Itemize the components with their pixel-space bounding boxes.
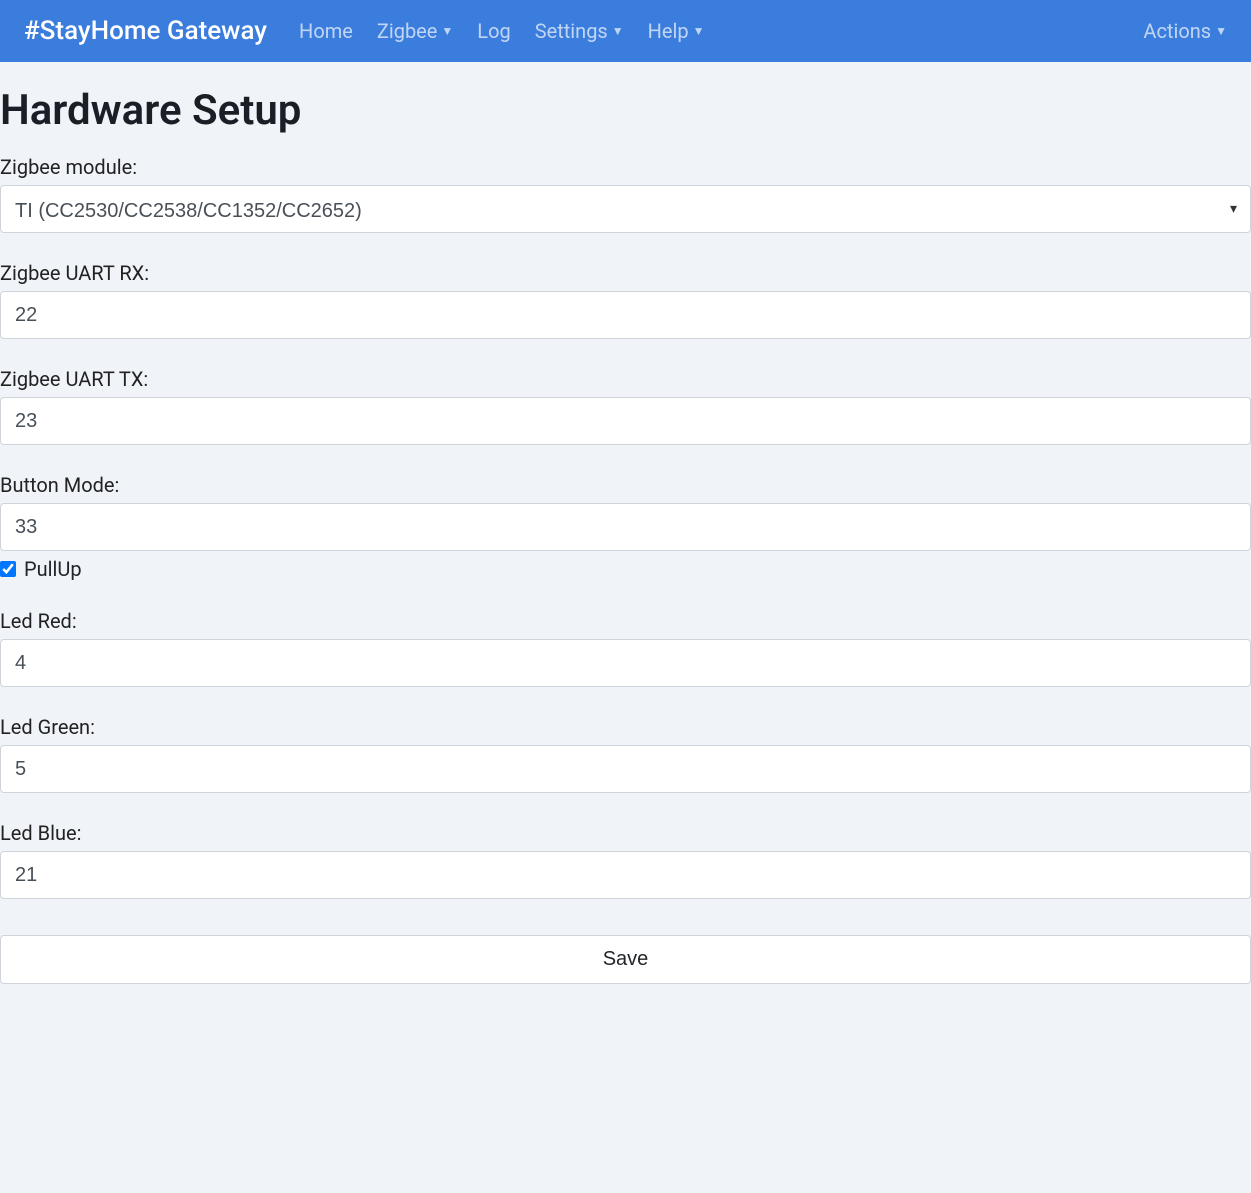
uart-tx-input[interactable] <box>0 397 1251 445</box>
led-green-label: Led Green: <box>0 715 1251 739</box>
nav-home-label: Home <box>299 19 353 43</box>
led-red-label: Led Red: <box>0 609 1251 633</box>
navbar-brand[interactable]: #StayHome Gateway <box>24 16 267 46</box>
page-title: Hardware Setup <box>0 86 1251 135</box>
nav-actions[interactable]: Actions ▼ <box>1143 19 1227 43</box>
led-blue-label: Led Blue: <box>0 821 1251 845</box>
nav-log-label: Log <box>477 19 510 43</box>
nav-help[interactable]: Help ▼ <box>648 19 705 43</box>
zigbee-module-select[interactable]: TI (CC2530/CC2538/CC1352/CC2652) <box>0 185 1251 233</box>
navbar: #StayHome Gateway Home Zigbee ▼ Log Sett… <box>0 0 1251 62</box>
field-uart-tx: Zigbee UART TX: <box>0 367 1251 445</box>
main-content: Hardware Setup Zigbee module: TI (CC2530… <box>0 86 1251 1008</box>
field-uart-rx: Zigbee UART RX: <box>0 261 1251 339</box>
pullup-checkbox[interactable] <box>0 561 16 577</box>
button-mode-label: Button Mode: <box>0 473 1251 497</box>
navbar-nav: Home Zigbee ▼ Log Settings ▼ Help ▼ Acti… <box>299 19 1227 43</box>
field-led-red: Led Red: <box>0 609 1251 687</box>
field-led-blue: Led Blue: <box>0 821 1251 899</box>
uart-rx-label: Zigbee UART RX: <box>0 261 1251 285</box>
button-mode-input[interactable] <box>0 503 1251 551</box>
pullup-label: PullUp <box>24 557 82 581</box>
uart-tx-label: Zigbee UART TX: <box>0 367 1251 391</box>
zigbee-module-select-wrap: TI (CC2530/CC2538/CC1352/CC2652) <box>0 185 1251 233</box>
chevron-down-icon: ▼ <box>612 25 624 37</box>
nav-settings-label: Settings <box>535 19 608 43</box>
nav-home[interactable]: Home <box>299 19 353 43</box>
led-red-input[interactable] <box>0 639 1251 687</box>
chevron-down-icon: ▼ <box>1215 25 1227 37</box>
field-zigbee-module: Zigbee module: TI (CC2530/CC2538/CC1352/… <box>0 155 1251 233</box>
nav-help-label: Help <box>648 19 689 43</box>
led-green-input[interactable] <box>0 745 1251 793</box>
nav-zigbee-label: Zigbee <box>377 19 438 43</box>
field-led-green: Led Green: <box>0 715 1251 793</box>
zigbee-module-label: Zigbee module: <box>0 155 1251 179</box>
save-button[interactable]: Save <box>0 935 1251 984</box>
chevron-down-icon: ▼ <box>441 25 453 37</box>
nav-zigbee[interactable]: Zigbee ▼ <box>377 19 453 43</box>
nav-settings[interactable]: Settings ▼ <box>535 19 624 43</box>
led-blue-input[interactable] <box>0 851 1251 899</box>
chevron-down-icon: ▼ <box>693 25 705 37</box>
pullup-row: PullUp <box>0 557 1251 581</box>
field-button-mode: Button Mode: PullUp <box>0 473 1251 581</box>
uart-rx-input[interactable] <box>0 291 1251 339</box>
nav-actions-label: Actions <box>1143 19 1211 43</box>
nav-log[interactable]: Log <box>477 19 510 43</box>
